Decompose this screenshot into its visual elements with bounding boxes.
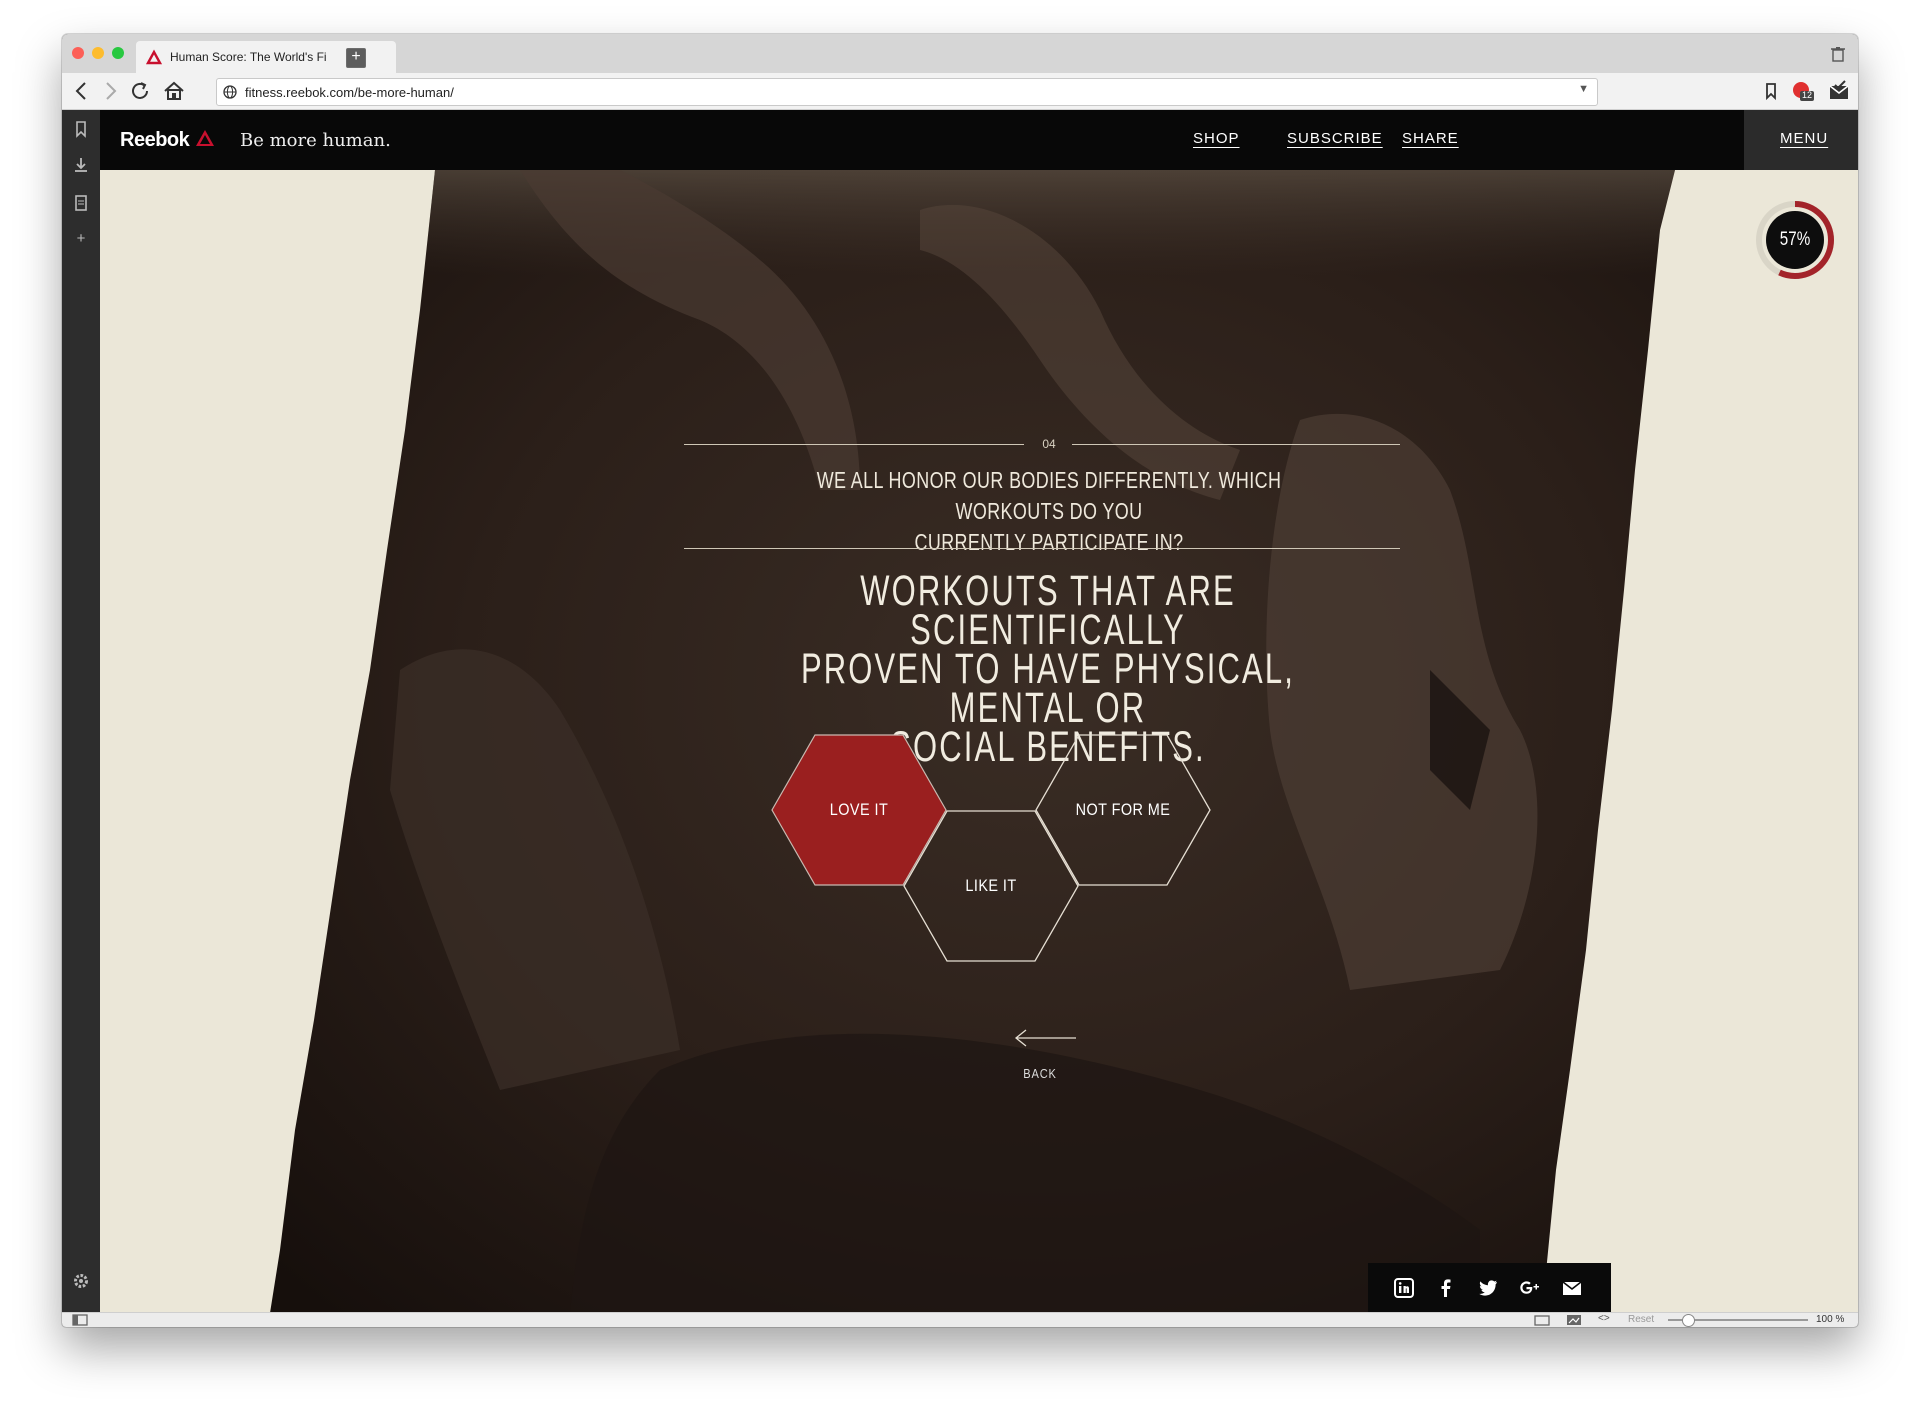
back-arrow-icon[interactable] xyxy=(70,79,94,103)
maximize-window-button[interactable] xyxy=(112,47,124,59)
question-text-line1: WE ALL HONOR OUR BODIES DIFFERENTLY. WHI… xyxy=(816,467,1282,524)
linkedin-icon[interactable] xyxy=(1392,1276,1416,1300)
share-bar xyxy=(1368,1263,1611,1313)
progress-label: 57% xyxy=(1779,229,1811,250)
back-button[interactable]: BACK xyxy=(1000,1020,1080,1081)
close-window-button[interactable] xyxy=(72,47,84,59)
question-text: WE ALL HONOR OUR BODIES DIFFERENTLY. WHI… xyxy=(790,465,1308,558)
image-icon[interactable] xyxy=(1566,1314,1582,1326)
browser-window: Human Score: The World's Fi + fitness.re… xyxy=(62,34,1858,1327)
zoom-reset-link[interactable]: Reset xyxy=(1628,1314,1654,1325)
back-label: BACK xyxy=(1023,1066,1057,1081)
question-divider-top-left xyxy=(684,444,1024,445)
trash-icon[interactable] xyxy=(1830,46,1846,62)
site-tagline: Be more human. xyxy=(240,130,391,151)
forward-arrow-icon[interactable] xyxy=(98,79,122,103)
question-text-line2: CURRENTLY PARTICIPATE IN? xyxy=(914,529,1184,555)
back-arrow-icon xyxy=(1014,1029,1076,1047)
nav-subscribe-link[interactable]: SUBSCRIBE xyxy=(1287,130,1383,147)
statement-line1: WORKOUTS THAT ARE SCIENTIFICALLY xyxy=(860,567,1236,654)
mail-icon[interactable] xyxy=(1826,79,1852,103)
reebok-favicon-icon xyxy=(146,49,162,65)
progress-ring: 57% xyxy=(1754,199,1836,281)
home-icon[interactable] xyxy=(162,79,186,103)
notes-panel-icon[interactable] xyxy=(72,194,90,212)
browser-status-bar: <> Reset 100 % xyxy=(62,1312,1858,1327)
menu-button[interactable]: MENU xyxy=(1744,110,1858,170)
minimize-window-button[interactable] xyxy=(92,47,104,59)
add-panel-icon[interactable]: + xyxy=(72,230,90,248)
reload-icon[interactable] xyxy=(128,79,152,103)
google-plus-icon[interactable] xyxy=(1518,1276,1542,1300)
settings-gear-icon[interactable] xyxy=(72,1272,90,1290)
new-tab-button[interactable]: + xyxy=(346,48,366,68)
facebook-icon[interactable] xyxy=(1434,1276,1458,1300)
statement-line2: PROVEN TO HAVE PHYSICAL, MENTAL OR xyxy=(800,645,1296,732)
url-text: fitness.reebok.com/be-more-human/ xyxy=(245,84,454,100)
url-dropdown-icon[interactable]: ▼ xyxy=(1578,83,1589,95)
answer-not-for-me-label: NOT FOR ME xyxy=(1075,800,1171,819)
tab-bar: Human Score: The World's Fi + xyxy=(62,34,1858,73)
brand-wordmark: Reebok xyxy=(120,129,190,151)
email-icon[interactable] xyxy=(1560,1276,1584,1300)
downloads-panel-icon[interactable] xyxy=(72,156,90,174)
nav-share-link[interactable]: SHARE xyxy=(1402,130,1459,147)
window-icon[interactable] xyxy=(1534,1314,1550,1326)
browser-side-panel: + xyxy=(62,110,100,1313)
site-header: Reebok Be more human. SHOP SUBSCRIBE SHA… xyxy=(100,110,1858,170)
reebok-delta-icon xyxy=(196,130,215,146)
url-field[interactable]: fitness.reebok.com/be-more-human/ ▼ xyxy=(216,78,1598,106)
globe-icon xyxy=(223,85,237,99)
twitter-icon[interactable] xyxy=(1476,1276,1500,1300)
reebok-logo[interactable]: Reebok xyxy=(120,128,216,152)
extension-badge-button[interactable]: 12 xyxy=(1790,79,1816,103)
bookmark-icon[interactable] xyxy=(1758,79,1784,103)
extension-badge-count: 12 xyxy=(1802,90,1813,100)
menu-label: MENU xyxy=(1780,130,1829,147)
zoom-slider-handle[interactable] xyxy=(1682,1314,1695,1327)
bookmarks-panel-icon[interactable] xyxy=(72,120,90,138)
question-divider-top-right xyxy=(1072,444,1400,445)
answer-not-for-me-button[interactable]: NOT FOR ME xyxy=(1035,734,1211,886)
panel-toggle-icon[interactable] xyxy=(72,1314,88,1326)
nav-shop-link[interactable]: SHOP xyxy=(1193,130,1240,147)
question-divider-bottom xyxy=(684,548,1400,549)
web-page: Reebok Be more human. SHOP SUBSCRIBE SHA… xyxy=(100,110,1858,1313)
address-bar: fitness.reebok.com/be-more-human/ ▼ 12 xyxy=(62,73,1858,110)
tab-title: Human Score: The World's Fi xyxy=(170,50,327,64)
page-actions-icon[interactable]: <> xyxy=(1598,1313,1610,1324)
zoom-level: 100 % xyxy=(1816,1314,1845,1325)
question-number: 04 xyxy=(1042,437,1056,451)
